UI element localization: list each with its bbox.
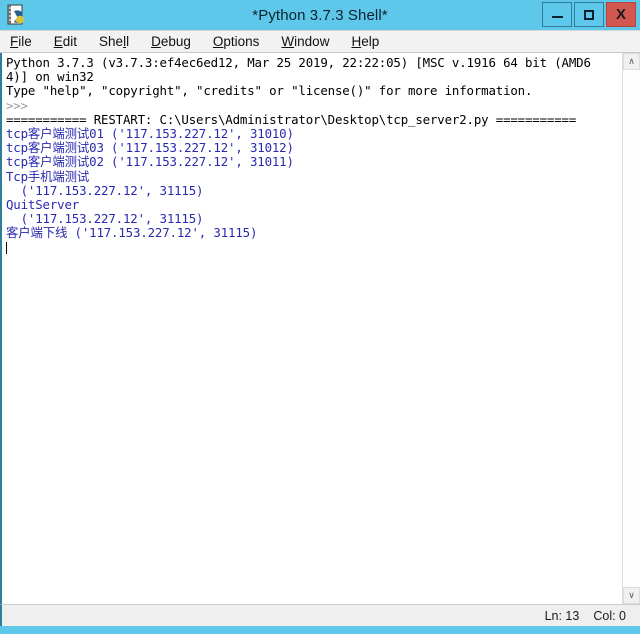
menu-item-help[interactable]: Help bbox=[351, 34, 389, 49]
scroll-up-icon[interactable]: ∧ bbox=[623, 53, 640, 70]
shell-line: tcp客户端测试03 ('117.153.227.12', 31012) bbox=[6, 140, 294, 156]
status-column-number: Col: 0 bbox=[593, 608, 626, 623]
shell-restart-line: =========== RESTART: C:\Users\Administra… bbox=[6, 111, 577, 127]
menu-bar: File Edit Shell Debug Options Window Hel… bbox=[0, 30, 640, 53]
shell-line: ('117.153.227.12', 31115) bbox=[6, 211, 204, 227]
minimize-button[interactable] bbox=[542, 2, 572, 27]
scrollbar-track[interactable] bbox=[623, 70, 640, 587]
menu-item-window[interactable]: Window bbox=[281, 34, 339, 49]
maximize-icon bbox=[584, 9, 594, 20]
close-button[interactable]: X bbox=[606, 2, 636, 27]
text-caret bbox=[6, 241, 7, 254]
shell-line: ('117.153.227.12', 31115) bbox=[6, 182, 204, 198]
shell-line: QuitServer bbox=[6, 197, 80, 213]
vertical-scrollbar[interactable]: ∧ ∨ bbox=[622, 53, 640, 604]
text-caret-line bbox=[6, 241, 620, 255]
shell-text-area[interactable]: Python 3.7.3 (v3.7.3:ef4ec6ed12, Mar 25 … bbox=[2, 53, 622, 604]
window-controls: X bbox=[542, 2, 636, 27]
close-icon: X bbox=[615, 6, 626, 23]
shell-prompt-line: >>> bbox=[6, 97, 28, 113]
status-line-number: Ln: 13 bbox=[544, 608, 580, 623]
python-idle-icon bbox=[6, 4, 28, 26]
maximize-button[interactable] bbox=[574, 2, 604, 27]
menu-item-options[interactable]: Options bbox=[213, 34, 270, 49]
shell-line: Python 3.7.3 (v3.7.3:ef4ec6ed12, Mar 25 … bbox=[6, 55, 591, 70]
shell-line: 4)] on win32 bbox=[6, 69, 94, 85]
menu-item-shell[interactable]: Shell bbox=[99, 34, 139, 49]
scroll-down-icon[interactable]: ∨ bbox=[623, 587, 640, 604]
shell-line: Type "help", "copyright", "credits" or "… bbox=[6, 83, 533, 99]
window-bottom-frame bbox=[0, 626, 640, 634]
shell-line: tcp客户端测试02 ('117.153.227.12', 31011) bbox=[6, 154, 294, 170]
idle-shell-window: *Python 3.7.3 Shell* X File Edit Shell D… bbox=[0, 0, 640, 634]
title-bar[interactable]: *Python 3.7.3 Shell* X bbox=[0, 0, 640, 30]
shell-line: 客户端下线 ('117.153.227.12', 31115) bbox=[6, 225, 258, 241]
menu-item-edit[interactable]: Edit bbox=[54, 34, 87, 49]
shell-body: Python 3.7.3 (v3.7.3:ef4ec6ed12, Mar 25 … bbox=[0, 53, 640, 604]
shell-line: tcp客户端测试01 ('117.153.227.12', 31010) bbox=[6, 126, 294, 142]
menu-item-debug[interactable]: Debug bbox=[151, 34, 201, 49]
status-bar: Ln: 13 Col: 0 bbox=[0, 604, 640, 626]
menu-item-file[interactable]: File bbox=[10, 34, 42, 49]
minimize-icon bbox=[551, 16, 563, 18]
shell-line: Tcp手机端测试 bbox=[6, 168, 90, 184]
